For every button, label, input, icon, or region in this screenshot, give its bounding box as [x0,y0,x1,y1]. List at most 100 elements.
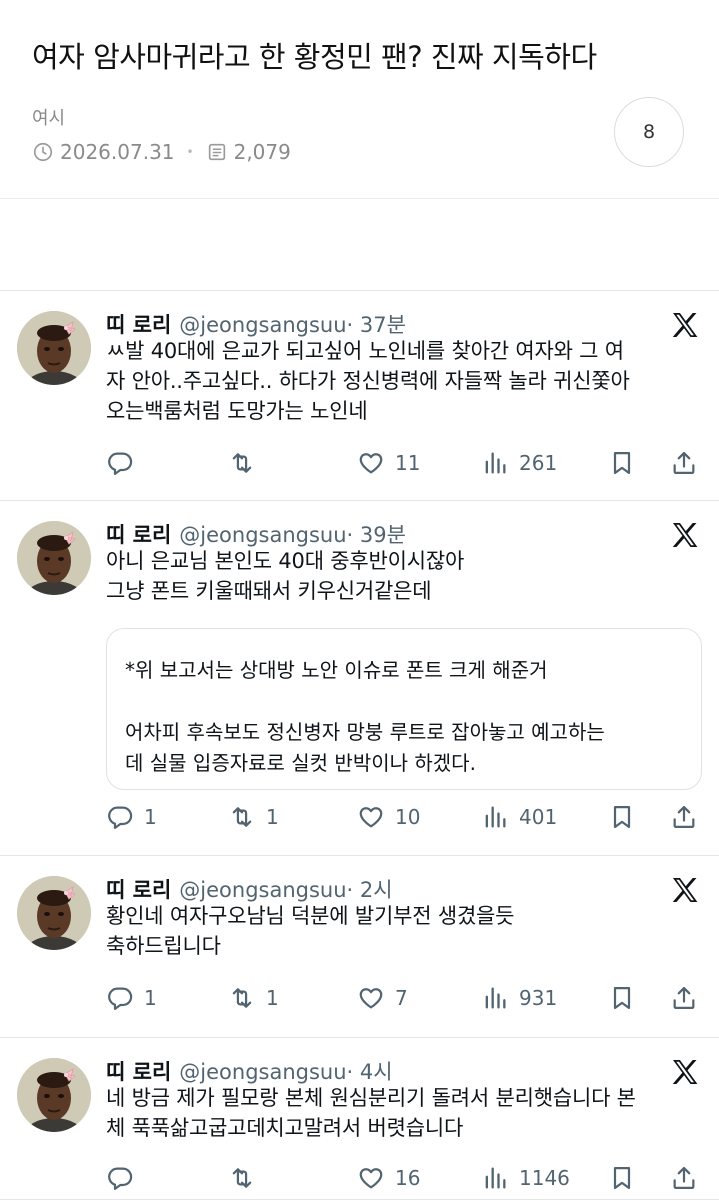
share-button[interactable] [670,1162,698,1194]
heart-icon [357,803,385,831]
share-icon [670,1164,698,1192]
author-handle[interactable]: @jeongsangsuu [179,878,346,902]
retweet-button[interactable]: 1 [228,801,279,833]
share-button[interactable] [670,447,698,479]
avatar[interactable] [17,876,91,950]
like-count: 7 [395,986,408,1010]
view-count: 1146 [519,1166,570,1190]
retweet-icon [228,803,256,831]
quote-text-line [125,686,683,717]
tweet-text: 황인네 여자구오남님 덕분에 발기부전 생겼을듯축하드립니다 [106,901,702,961]
tweet-actions: 11 261 [106,447,702,479]
tweet-card: 띠 로리 @jeongsangsuu· 37분 ㅆ발 40대에 은교가 되고싶어 노… [0,291,719,501]
author-name[interactable]: 띠 로리 [106,313,171,337]
meta-separator: • [186,145,194,159]
tweet-time[interactable]: · 39분 [347,523,406,547]
post-title: 여자 암사마귀라고 한 황정민 팬? 진짜 지독하다 [32,40,597,74]
author-name[interactable]: 띠 로리 [106,523,171,547]
like-button[interactable]: 7 [357,982,408,1014]
retweet-icon [228,984,256,1012]
bookmark-button[interactable] [608,1162,636,1194]
author-handle[interactable]: @jeongsangsuu [179,523,346,547]
comment-count: 8 [642,121,656,143]
divider [0,198,719,199]
tweet-time[interactable]: · 37분 [347,313,406,337]
tweet-text-line: 축하드립니다 [106,934,221,958]
heart-icon [357,449,385,477]
reply-button[interactable] [106,1162,144,1194]
views-bar-icon [481,449,509,477]
author-handle[interactable]: @jeongsangsuu [179,313,346,337]
like-button[interactable]: 10 [357,801,420,833]
tweet-text-line: 황인네 여자구오남님 덕분에 발기부전 생겼을듯 [106,904,515,928]
view-count: 931 [519,986,558,1010]
views-button[interactable]: 931 [481,982,557,1014]
like-button[interactable]: 16 [357,1162,420,1194]
view-count: 401 [519,805,558,829]
heart-icon [357,984,385,1012]
document-icon [206,141,228,163]
views-bar-icon [481,803,509,831]
author-handle[interactable]: @jeongsangsuu [179,1060,346,1084]
share-button[interactable] [670,982,698,1014]
like-count: 10 [395,805,421,829]
quote-text-line: 어차피 후속보도 정신병자 망붕 루트로 잡아놓고 예고하는 [125,720,605,744]
tweet-text: 아니 은교님 본인도 40대 중후반이시잖아그냥 폰트 키울때돼서 키우신거같은… [106,546,702,606]
bookmark-icon [608,984,636,1012]
tweet-text-line: 체 푹푹삶고굽고데치고말려서 버렷습니다 [106,1116,464,1140]
tweet-text: 네 방금 제가 필모랑 본체 원심분리기 돌려서 분리햇습니다 본체 푹푹삶고굽… [106,1083,702,1143]
board-name[interactable]: 여시 [32,104,65,130]
author-name[interactable]: 띠 로리 [106,878,171,902]
reply-icon [106,984,134,1012]
views-bar-icon [481,984,509,1012]
views-button[interactable]: 261 [481,447,557,479]
reply-icon [106,449,134,477]
views-button[interactable]: 401 [481,801,557,833]
like-button[interactable]: 11 [357,447,420,479]
reply-button[interactable]: 1 [106,801,157,833]
tweet-time[interactable]: · 2시 [347,878,393,902]
avatar[interactable] [17,311,91,385]
tweet-card: 띠 로리 @jeongsangsuu· 4시 네 방금 제가 필모랑 본체 원심분리… [0,1038,719,1200]
post-views: 2,079 [233,140,291,164]
tweet-text-line: 오는백룸처럼 도망가는 노인네 [106,399,368,423]
share-icon [670,803,698,831]
replie-count: 1 [144,805,157,829]
retweet-button[interactable]: 1 [228,982,279,1014]
tweet-header: 띠 로리 @jeongsangsuu· 39분 [106,519,406,549]
reply-icon [106,1164,134,1192]
quoted-content[interactable]: *위 보고서는 상대방 노안 이슈로 폰트 크게 해준거 어차피 후속보도 정신병… [106,628,702,790]
views-bar-icon [481,1164,509,1192]
share-icon [670,449,698,477]
like-count: 16 [395,1166,421,1190]
bookmark-button[interactable] [608,801,636,833]
tweet-text-line: 아니 은교님 본인도 40대 중후반이시잖아 [106,549,465,573]
bookmark-icon [608,803,636,831]
like-count: 11 [395,451,421,475]
tweet-time[interactable]: · 4시 [347,1060,393,1084]
bookmark-button[interactable] [608,982,636,1014]
quote-text-line: 데 실물 입증자료로 실컷 반박이나 하겠다. [125,751,476,775]
tweet-header: 띠 로리 @jeongsangsuu· 37분 [106,309,406,339]
views-button[interactable]: 1146 [481,1162,570,1194]
comment-count-button[interactable]: 8 [614,97,684,167]
tweet-header: 띠 로리 @jeongsangsuu· 2시 [106,874,393,904]
reply-button[interactable] [106,447,144,479]
tweet-text-line: ㅆ발 40대에 은교가 되고싶어 노인네를 찾아간 여자와 그 여 [106,339,624,363]
bookmark-button[interactable] [608,447,636,479]
tweet-actions: 1 1 7 931 [106,982,702,1014]
share-button[interactable] [670,801,698,833]
heart-icon [357,1164,385,1192]
tweet-text-line: 자 안아..주고싶다.. 하다가 정신병력에 자들짝 놀라 귀신쫓아 [106,369,630,393]
author-name[interactable]: 띠 로리 [106,1060,171,1084]
tweet-text-line: 그냥 폰트 키울때돼서 키우신거같은데 [106,579,432,603]
reply-button[interactable]: 1 [106,982,157,1014]
tweet-card: 띠 로리 @jeongsangsuu· 2시 황인네 여자구오남님 덕분에 발기부전… [0,856,719,1038]
avatar[interactable] [17,521,91,595]
retweet-button[interactable] [228,447,266,479]
post-header: 여자 암사마귀라고 한 황정민 팬? 진짜 지독하다 여시 2026.07.31… [0,0,719,200]
bookmark-icon [608,449,636,477]
retweet-button[interactable] [228,1162,266,1194]
avatar[interactable] [17,1058,91,1132]
retweet-icon [228,1164,256,1192]
